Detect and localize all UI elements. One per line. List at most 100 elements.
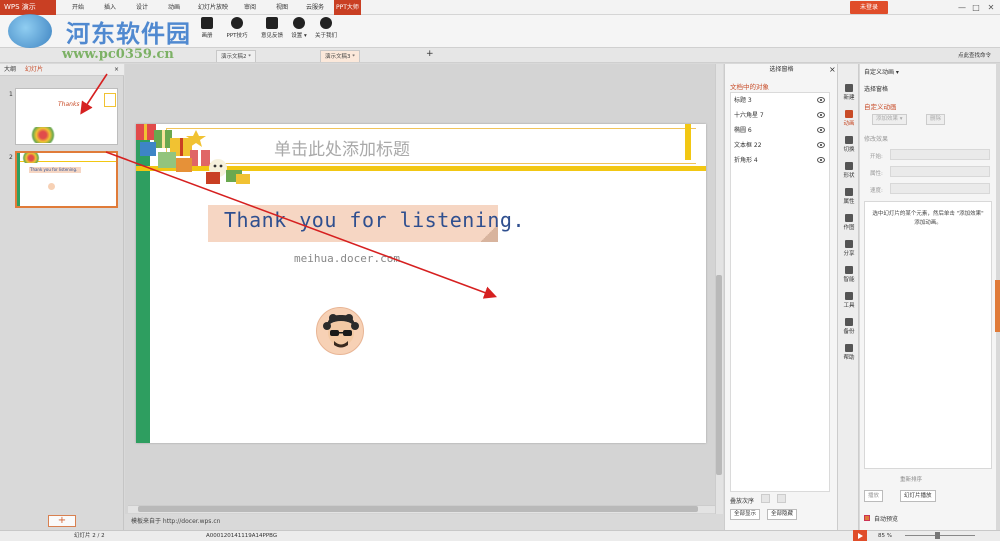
feedback-tool[interactable]: 意见反馈 xyxy=(259,17,285,39)
rt-animation[interactable]: 动画 xyxy=(838,110,860,127)
new-icon xyxy=(845,84,853,92)
app-menu-button[interactable]: WPS 演示 xyxy=(0,0,56,15)
settings-tool[interactable]: 设置 ▾ xyxy=(286,17,312,39)
delete-effect-button[interactable]: 删除 xyxy=(926,114,946,125)
rt-label: 备份 xyxy=(843,329,855,335)
menu-design[interactable]: 设计 xyxy=(134,0,150,15)
album-tool[interactable]: 画册 xyxy=(194,17,220,39)
avatar-face-icon xyxy=(323,314,359,348)
about-label: 关于我们 xyxy=(314,33,337,39)
rt-shape[interactable]: 形状 xyxy=(838,162,860,179)
watermark-url: www.pc0359.cn xyxy=(62,47,174,62)
list-item[interactable]: 十六角星 7 xyxy=(731,108,829,123)
album-label: 画册 xyxy=(201,33,213,39)
feedback-icon xyxy=(266,17,278,29)
zoom-slider-knob[interactable] xyxy=(935,532,940,539)
menu-cloud[interactable]: 云服务 xyxy=(304,0,326,15)
avatar[interactable] xyxy=(316,307,364,355)
list-item[interactable]: 标题 3 xyxy=(731,93,829,108)
animation-pane-title[interactable]: 自定义动画 ▾ xyxy=(864,67,899,76)
show-all-button[interactable]: 全部显示 xyxy=(730,509,761,520)
add-effect-button[interactable]: 添加效果 ▾ xyxy=(872,114,907,125)
menu-animation[interactable]: 动画 xyxy=(166,0,182,15)
speed-select[interactable] xyxy=(890,183,990,194)
tab-presentation-3[interactable]: 演示文稿3 * xyxy=(320,50,360,62)
eye-icon[interactable] xyxy=(817,97,825,103)
move-up-icon[interactable] xyxy=(761,494,770,503)
close-icon[interactable]: ✕ xyxy=(985,0,997,15)
animation-icon xyxy=(845,110,853,118)
rt-new[interactable]: 新建 xyxy=(838,84,860,101)
add-slide-button[interactable]: + xyxy=(48,515,76,527)
rt-tools[interactable]: 工具 xyxy=(838,292,860,309)
tab-outline[interactable]: 大纲 xyxy=(4,64,16,76)
modify-effect-heading: 修改效果 xyxy=(864,136,889,143)
menu-slideshow[interactable]: 幻灯片放映 xyxy=(196,0,230,15)
tab-slides[interactable]: 幻灯片 xyxy=(25,64,43,76)
eye-icon[interactable] xyxy=(817,112,825,118)
hide-all-button[interactable]: 全部隐藏 xyxy=(767,509,798,520)
play-button[interactable]: 播放 xyxy=(864,490,884,502)
object-name: 标题 3 xyxy=(734,97,752,104)
info-icon xyxy=(320,17,332,29)
close-pane-icon[interactable]: × xyxy=(114,64,119,76)
watermark-logo xyxy=(8,14,52,48)
list-item[interactable]: 椭圆 6 xyxy=(731,123,829,138)
website-text[interactable]: meihua.docer.com xyxy=(294,252,400,265)
minimize-icon[interactable]: — xyxy=(956,0,968,15)
slideshow-button[interactable]: 幻灯片播放 xyxy=(900,490,936,502)
new-tab-icon[interactable]: + xyxy=(426,49,434,59)
list-item[interactable]: 折角形 4 xyxy=(731,153,829,168)
play-slideshow-icon[interactable] xyxy=(853,530,867,541)
thank-you-text[interactable]: Thank you for listening. xyxy=(224,208,525,232)
side-collapse-handle[interactable] xyxy=(995,280,1000,332)
selection-pane-title: 选择窗格 xyxy=(769,66,794,73)
horizontal-scroll-thumb[interactable] xyxy=(138,506,698,512)
auto-preview-checkbox[interactable] xyxy=(864,515,870,521)
close-selection-pane-icon[interactable]: × xyxy=(829,65,836,74)
list-item[interactable]: 文本框 22 xyxy=(731,138,829,153)
zoom-slider[interactable] xyxy=(905,535,975,536)
login-button[interactable]: 未登录 xyxy=(850,1,888,14)
rt-smart[interactable]: 智能 xyxy=(838,266,860,283)
menu-start[interactable]: 开始 xyxy=(70,0,86,15)
move-down-icon[interactable] xyxy=(777,494,786,503)
speed-label: 速度: xyxy=(870,188,883,194)
draw-icon xyxy=(845,214,853,222)
menu-ppt-master[interactable]: PPT大师 xyxy=(334,0,361,15)
shape-icon xyxy=(845,162,853,170)
animation-list[interactable] xyxy=(864,201,992,469)
order-label: 叠放次序 xyxy=(730,498,755,505)
current-slide[interactable]: 单击此处添加标题 Thank you for listening. meihua… xyxy=(136,124,706,443)
property-select[interactable] xyxy=(890,166,990,177)
menu-insert[interactable]: 插入 xyxy=(102,0,118,15)
slide-thumbnail-1[interactable]: Thanks xyxy=(15,88,118,145)
animation-tip: 选中幻灯片的某个元素，然后单击 "添加效果" 添加动画。 xyxy=(872,211,984,226)
eye-icon[interactable] xyxy=(817,142,825,148)
menu-view[interactable]: 视图 xyxy=(274,0,290,15)
slide-thumbnail-2[interactable]: Thank you for listening. xyxy=(15,151,118,208)
about-tool[interactable]: 关于我们 xyxy=(313,17,339,39)
start-select[interactable] xyxy=(890,149,990,160)
custom-animation-heading: 自定义动画 xyxy=(864,103,897,111)
menu-review[interactable]: 审阅 xyxy=(242,0,258,15)
rt-properties[interactable]: 属性 xyxy=(838,188,860,205)
rt-backup[interactable]: 备份 xyxy=(838,318,860,335)
select-pane-link[interactable]: 选择窗格 xyxy=(864,84,888,93)
slide-title-placeholder[interactable]: 单击此处添加标题 xyxy=(274,135,410,160)
rt-help[interactable]: 帮助 xyxy=(838,344,860,361)
vertical-scroll-thumb[interactable] xyxy=(716,275,722,475)
command-search[interactable]: 点此查找命令 xyxy=(958,51,991,59)
rt-draw[interactable]: 作图 xyxy=(838,214,860,231)
eye-icon[interactable] xyxy=(817,157,825,163)
rt-share[interactable]: 分享 xyxy=(838,240,860,257)
gear-icon xyxy=(293,17,305,29)
tab-presentation-2[interactable]: 演示文稿2 * xyxy=(216,50,256,62)
ppt-tips-label: PPT技巧 xyxy=(226,33,248,39)
ppt-tips-tool[interactable]: PPT技巧 xyxy=(224,17,250,39)
rt-transition[interactable]: 切换 xyxy=(838,136,860,153)
rt-label: 动画 xyxy=(843,121,855,127)
eye-icon[interactable] xyxy=(817,127,825,133)
selection-pane: 选择窗格 × 文档中的对象 标题 3 十六角星 7 椭圆 6 文本框 22 折角… xyxy=(724,64,837,530)
maximize-icon[interactable]: □ xyxy=(970,0,982,15)
